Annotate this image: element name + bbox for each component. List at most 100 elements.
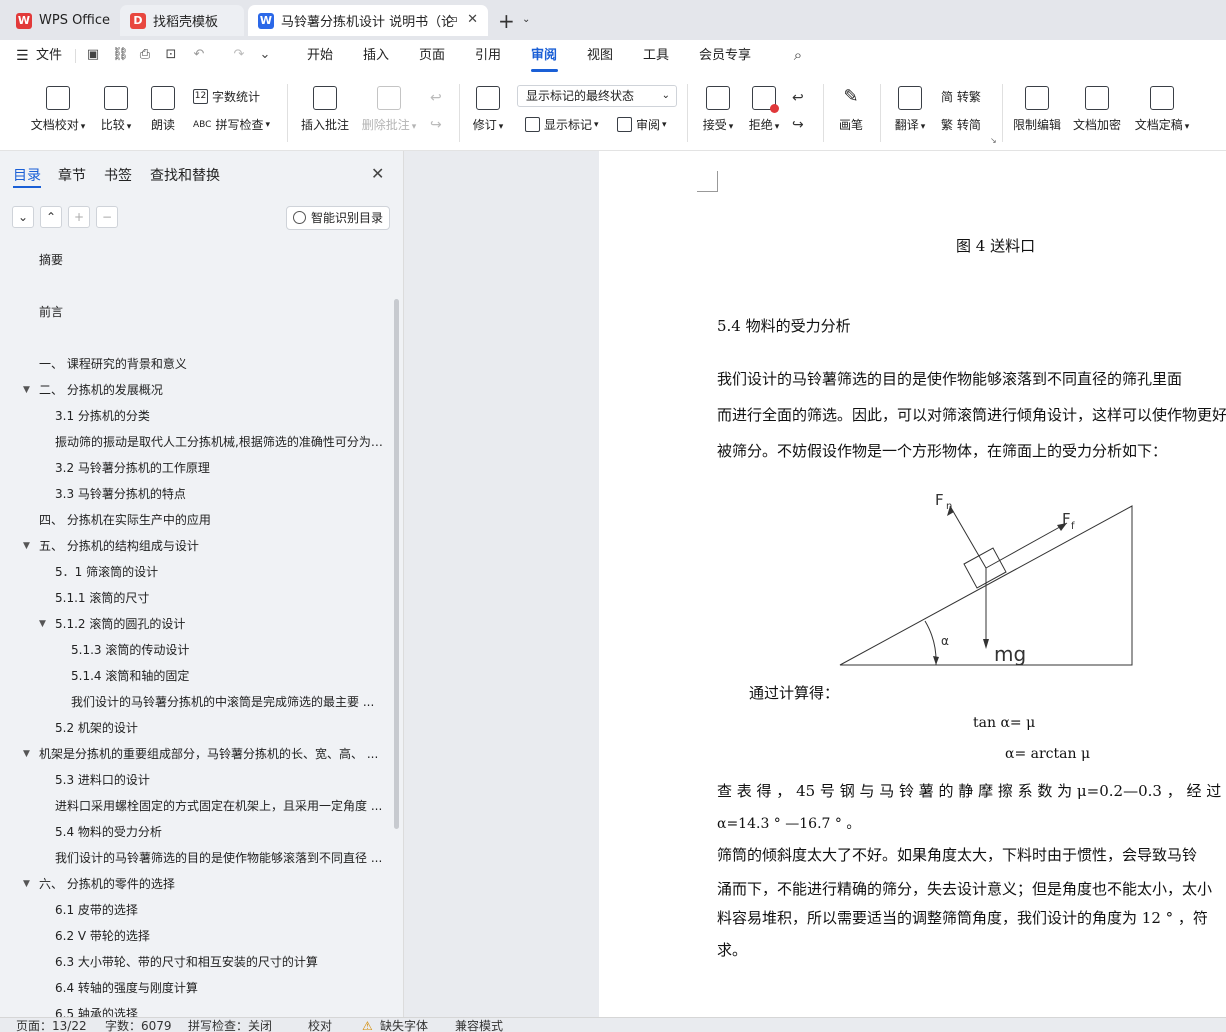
search-icon[interactable]: ⌕ (791, 48, 805, 63)
toc-item[interactable]: 摘要 (0, 247, 388, 273)
add-heading-button[interactable]: + (68, 206, 90, 228)
toc-item[interactable]: 5.4 物料的受力分析 (0, 819, 388, 845)
page-indicator[interactable]: 页面：13/22 (16, 1019, 87, 1032)
toc-item[interactable]: 5.3 进料口的设计 (0, 767, 388, 793)
collapse-up-button[interactable]: ⌃ (40, 206, 62, 228)
toc-item[interactable]: 振动筛的振动是取代人工分拣机械,根据筛选的准确性可分为 ... (0, 429, 388, 455)
toc-item[interactable]: ▼ 机架是分拣机的重要组成部分，马铃薯分拣机的长、宽、高、 ... (0, 741, 388, 767)
review-pane-button[interactable]: 审阅 ▾ (617, 116, 667, 133)
tab-list-chevron-icon[interactable]: ⌄ (522, 14, 530, 25)
menu-view[interactable]: 视图 (587, 40, 613, 72)
translate-button[interactable]: 翻译 ▾ (892, 86, 928, 133)
tab-find-replace[interactable]: 查找和替换 (150, 165, 220, 185)
word-count-button[interactable]: 12 字数统计 (193, 88, 260, 105)
toc-item[interactable]: 6.4 转轴的强度与刚度计算 (0, 975, 388, 1001)
expand-triangle-icon[interactable]: ▼ (23, 377, 30, 403)
doc-proof-button[interactable]: 文档校对 ▾ (28, 86, 88, 133)
markup-mode-select[interactable]: 显示标记的最终状态 ⌄ (517, 85, 677, 107)
menu-home[interactable]: 开始 (307, 40, 333, 72)
collapse-down-button[interactable]: ⌄ (12, 206, 34, 228)
tab-bookmarks[interactable]: 书签 (104, 165, 132, 185)
menu-tools[interactable]: 工具 (643, 40, 669, 72)
close-pane-icon[interactable]: ✕ (371, 164, 384, 183)
read-aloud-button[interactable]: 朗读 (146, 86, 180, 133)
accept-button[interactable]: 接受 ▾ (700, 86, 736, 133)
toc-item[interactable]: 我们设计的马铃薯筛选的目的是使作物能够滚落到不同直径 ... (0, 845, 388, 871)
toc-item[interactable]: 前言 (0, 299, 388, 325)
toc-item[interactable]: 进料口采用螺栓固定的方式固定在机架上，且采用一定角度 ... (0, 793, 388, 819)
menu-member[interactable]: 会员专享 (699, 40, 751, 72)
word-count[interactable]: 字数：6079 (105, 1019, 172, 1032)
insert-comment-button[interactable]: 插入批注 (300, 86, 350, 133)
pen-button[interactable]: ✎ 画笔 (835, 86, 867, 133)
print-icon[interactable]: ⎙ (138, 48, 152, 62)
expand-triangle-icon[interactable]: ▼ (39, 611, 46, 637)
toc-item[interactable]: 5.1.4 滚筒和轴的固定 (0, 663, 388, 689)
prev-comment-icon[interactable]: ↩ (430, 90, 442, 106)
new-tab-icon[interactable]: + (498, 9, 515, 33)
hamburger-icon[interactable]: ☰ (16, 48, 29, 64)
toc-item[interactable]: ▼ 二、 分拣机的发展概况 (0, 377, 388, 403)
toc-item[interactable]: ▼ 5.1.2 滚筒的圆孔的设计 (0, 611, 388, 637)
next-comment-icon[interactable]: ↪ (430, 117, 442, 133)
toc-item[interactable]: 5.1.1 滚筒的尺寸 (0, 585, 388, 611)
finalize-button[interactable]: 文档定稿 ▾ (1132, 86, 1192, 133)
track-changes-button[interactable]: 修订 ▾ (470, 86, 506, 133)
more-quick-access-icon[interactable]: ⌄ (258, 48, 272, 62)
menu-review[interactable]: 审阅 (531, 40, 557, 72)
redo-icon[interactable]: ↷ (232, 48, 246, 62)
menu-file[interactable]: 文件 (36, 40, 62, 72)
chinese-conversion-options-icon[interactable]: ↘ (990, 136, 997, 145)
toc-item[interactable]: ▼ 六、 分拣机的零件的选择 (0, 871, 388, 897)
prev-change-icon[interactable]: ↩ (792, 90, 804, 106)
window-mode-icon[interactable]: ▭ (446, 12, 458, 27)
save-icon[interactable]: ▣ (86, 48, 100, 62)
toc-item[interactable]: 5.2 机架的设计 (0, 715, 388, 741)
to-traditional-button[interactable]: 简 转繁 (941, 88, 981, 105)
close-tab-icon[interactable]: ✕ (467, 12, 478, 27)
to-simplified-button[interactable]: 繁 转简 (941, 116, 981, 133)
encrypt-button[interactable]: 文档加密 (1072, 86, 1122, 133)
tab-docer-templates[interactable]: D 找稻壳模板 (120, 5, 244, 36)
toc-item[interactable]: 一、 课程研究的背景和意义 (0, 351, 388, 377)
restrict-edit-button[interactable]: 限制编辑 (1012, 86, 1062, 133)
toc-item[interactable]: 3.1 分拣机的分类 (0, 403, 388, 429)
toc-item[interactable]: 6.5 轴承的选择 (0, 1001, 388, 1017)
toc-item[interactable]: 3.2 马铃薯分拣机的工作原理 (0, 455, 388, 481)
toc-item[interactable]: 我们设计的马铃薯分拣机的中滚筒是完成筛选的最主要 ... (0, 689, 388, 715)
tab-sections[interactable]: 章节 (58, 165, 86, 185)
toc-item[interactable]: ▼ 五、 分拣机的结构组成与设计 (0, 533, 388, 559)
reject-button[interactable]: 拒绝 ▾ (746, 86, 782, 133)
proofread-status[interactable]: 校对 (308, 1019, 332, 1032)
print-preview-icon[interactable]: ⊡ (164, 48, 178, 62)
tab-current-document[interactable]: W 马铃薯分拣机设计 说明书（论 ▭ ✕ (248, 5, 488, 36)
next-change-icon[interactable]: ↪ (792, 117, 804, 133)
smart-toc-button[interactable]: 智能识别目录 (286, 206, 390, 230)
toc-item[interactable]: 3.3 马铃薯分拣机的特点 (0, 481, 388, 507)
remove-heading-button[interactable]: − (96, 206, 118, 228)
toc-item[interactable]: 6.3 大小带轮、带的尺寸和相互安装的尺寸的计算 (0, 949, 388, 975)
tab-toc[interactable]: 目录 (13, 165, 41, 185)
share-link-icon[interactable]: ⛓ (112, 48, 129, 62)
menu-page[interactable]: 页面 (419, 40, 445, 72)
compare-button[interactable]: 比较 ▾ (96, 86, 136, 133)
toc-scrollbar[interactable] (394, 299, 399, 829)
menu-references[interactable]: 引用 (475, 40, 501, 72)
toc-item-label: 6.4 转轴的强度与刚度计算 (55, 981, 198, 995)
toc-item[interactable]: 5.1.3 滚筒的传动设计 (0, 637, 388, 663)
delete-comment-button[interactable]: 删除批注 ▾ (360, 86, 418, 133)
undo-icon[interactable]: ↶ (192, 48, 206, 62)
expand-triangle-icon[interactable]: ▼ (23, 533, 30, 559)
tab-wps-office[interactable]: W WPS Office (6, 5, 118, 36)
toc-item[interactable]: 6.1 皮带的选择 (0, 897, 388, 923)
spell-check-button[interactable]: ABC 拼写检查 ▾ (193, 116, 270, 133)
toc-item[interactable]: 5．1 筛滚筒的设计 (0, 559, 388, 585)
spell-status[interactable]: 拼写检查：关闭 (188, 1019, 272, 1032)
show-markup-button[interactable]: 显示标记 ▾ (525, 116, 599, 133)
toc-item[interactable]: 四、 分拣机在实际生产中的应用 (0, 507, 388, 533)
expand-triangle-icon[interactable]: ▼ (23, 741, 30, 767)
missing-font-status[interactable]: 缺失字体 (380, 1019, 428, 1032)
menu-insert[interactable]: 插入 (363, 40, 389, 72)
expand-triangle-icon[interactable]: ▼ (23, 871, 30, 897)
toc-item[interactable]: 6.2 V 带轮的选择 (0, 923, 388, 949)
